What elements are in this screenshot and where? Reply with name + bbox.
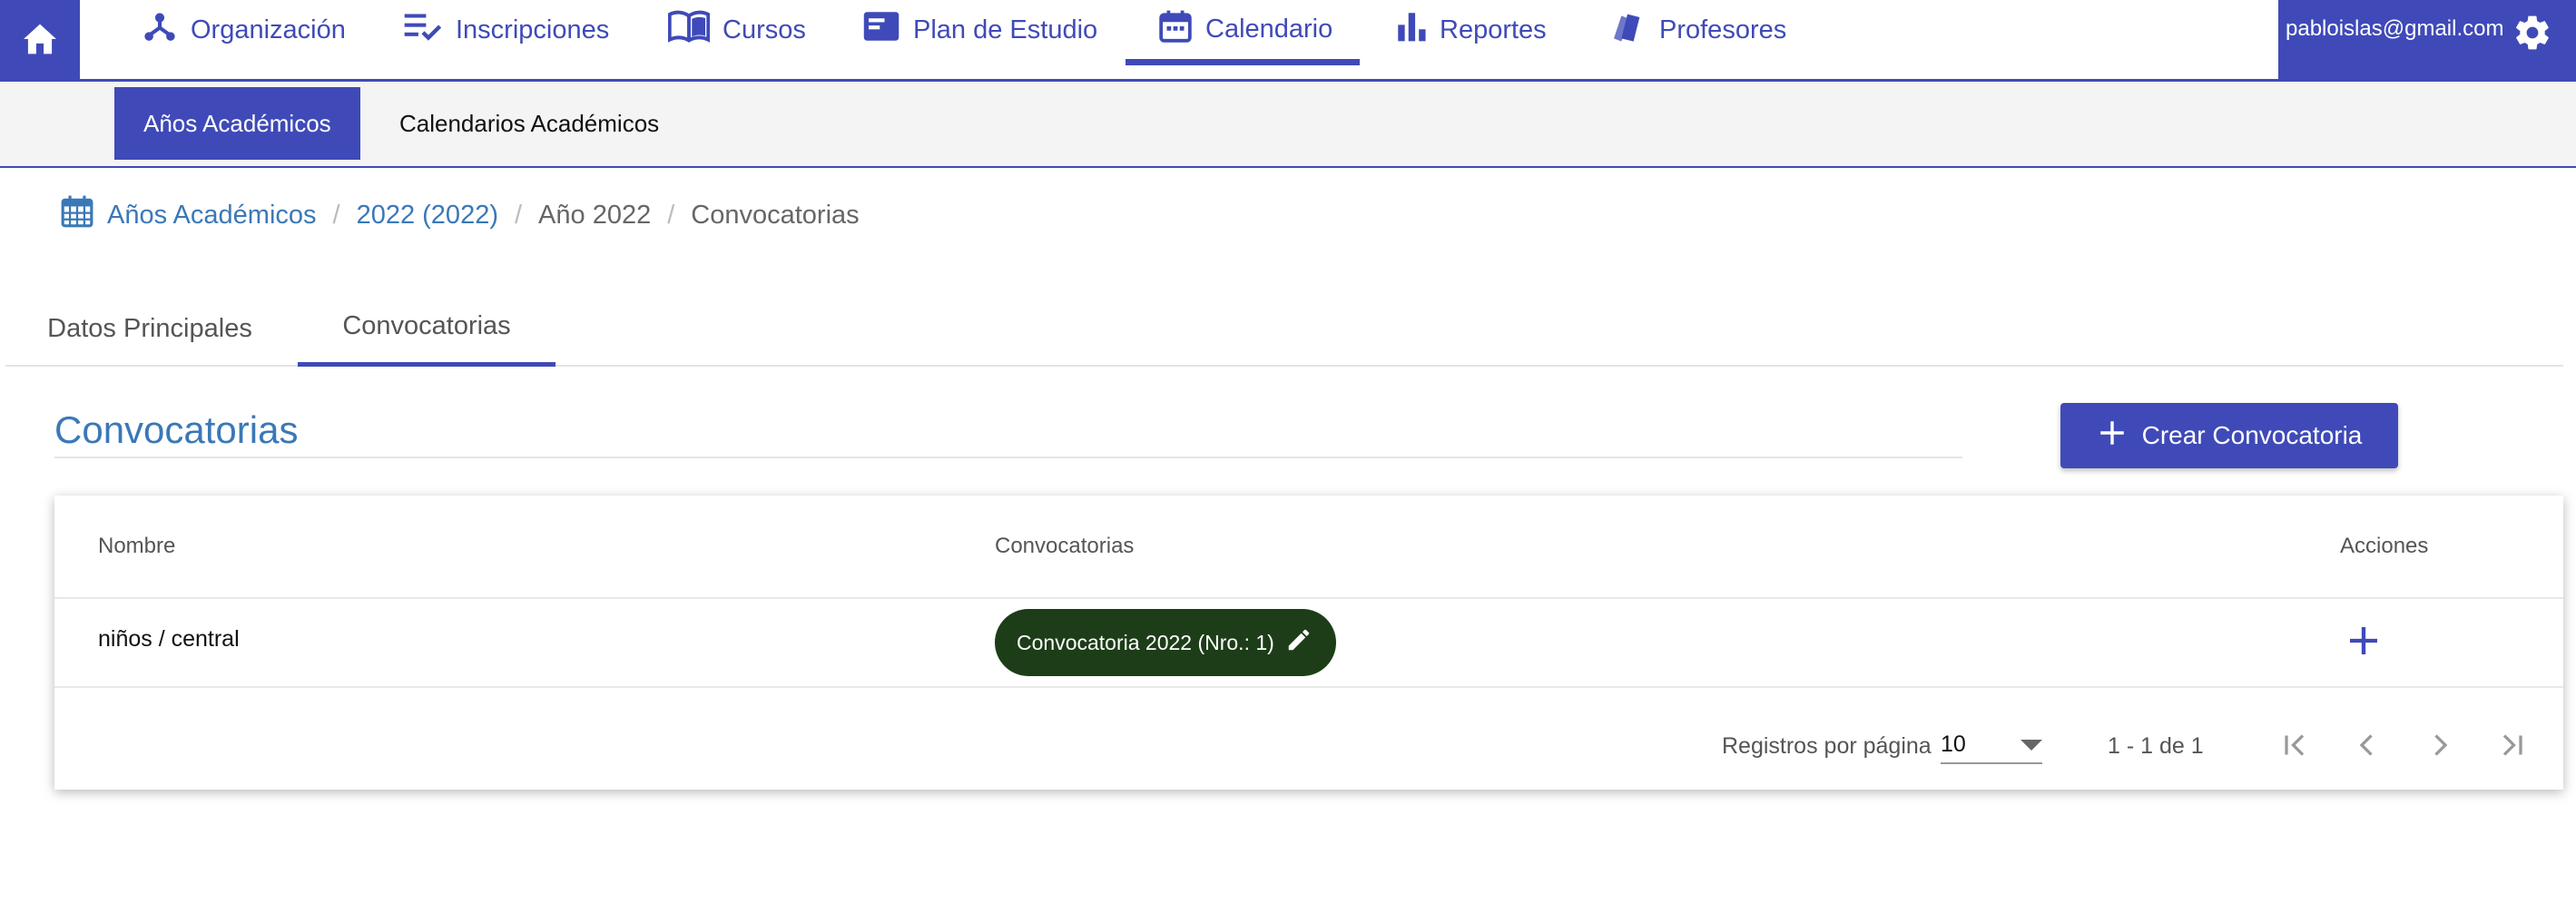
chevron-right-icon	[2424, 729, 2456, 768]
content-tabs: Datos Principales Convocatorias	[5, 290, 2563, 367]
nav-item-profesores[interactable]: Profesores	[1608, 0, 1786, 60]
previous-page-button[interactable]	[2347, 728, 2387, 768]
create-convocatoria-button[interactable]: Crear Convocatoria	[2060, 403, 2398, 468]
first-page-button[interactable]	[2275, 728, 2315, 768]
add-convocatoria-action[interactable]	[2340, 619, 2387, 666]
cards-icon	[1608, 8, 1647, 52]
plus-icon	[2097, 417, 2128, 455]
tab-datos-principales[interactable]: Datos Principales	[5, 290, 294, 367]
column-header-nombre: Nombre	[98, 534, 176, 558]
user-menu[interactable]: pabloislas@gmail.com	[2278, 0, 2576, 82]
plus-icon	[2345, 623, 2382, 663]
breadcrumb-item-ano-2022: Año 2022	[538, 200, 652, 230]
top-navigation: Organización Inscripciones Cursos Plan d…	[0, 0, 2576, 82]
cell-nombre: niños / central	[98, 626, 240, 652]
nav-item-organizacion[interactable]: Organización	[142, 0, 346, 60]
nav-label: Reportes	[1440, 15, 1547, 44]
home-icon	[22, 23, 58, 60]
row-divider	[54, 686, 2563, 688]
nav-item-inscripciones[interactable]: Inscripciones	[403, 0, 609, 60]
last-page-icon	[2496, 729, 2529, 768]
breadcrumb-separator: /	[514, 200, 523, 230]
column-header-convocatorias: Convocatorias	[995, 534, 1135, 558]
breadcrumb: Años Académicos / 2022 (2022) / Año 2022…	[60, 192, 860, 238]
breadcrumb-separator: /	[332, 200, 340, 230]
chevron-left-icon	[2351, 729, 2384, 768]
nav-label: Profesores	[1659, 15, 1787, 44]
gear-icon[interactable]	[2512, 13, 2552, 59]
column-header-acciones: Acciones	[2340, 534, 2429, 558]
subtab-anos-academicos[interactable]: Años Académicos	[114, 87, 360, 160]
tab-convocatorias[interactable]: Convocatorias	[298, 290, 556, 367]
page-size-value: 10	[1941, 731, 1966, 757]
nav-item-plan-de-estudio[interactable]: Plan de Estudio	[862, 0, 1097, 60]
page-range: 1 - 1 de 1	[2108, 733, 2204, 759]
checklist-icon	[403, 11, 443, 49]
nav-label: Organización	[191, 15, 346, 44]
last-page-button[interactable]	[2492, 728, 2532, 768]
breadcrumb-separator: /	[667, 200, 675, 230]
convocatoria-chip[interactable]: Convocatoria 2022 (Nro.: 1)	[995, 609, 1336, 676]
page-size-select[interactable]: 10	[1941, 726, 2042, 764]
sub-navigation: Años Académicos Calendarios Académicos	[0, 82, 2576, 168]
dropdown-arrow-icon	[2020, 731, 2042, 758]
subtab-calendarios-academicos[interactable]: Calendarios Académicos	[370, 87, 688, 160]
nav-label: Plan de Estudio	[913, 15, 1098, 44]
nav-label: Cursos	[723, 15, 806, 44]
nav-label: Calendario	[1205, 15, 1333, 44]
page-size-label: Registros por página	[1722, 733, 1932, 759]
bar-chart-icon	[1396, 10, 1427, 50]
paginator: Registros por página 10 1 - 1 de 1	[54, 706, 2563, 790]
section-title: Convocatorias	[54, 408, 299, 451]
chip-label: Convocatoria 2022 (Nro.: 1)	[1017, 630, 1274, 654]
calendar-icon	[1158, 9, 1193, 51]
create-button-label: Crear Convocatoria	[2141, 421, 2363, 449]
nav-item-reportes[interactable]: Reportes	[1396, 0, 1547, 60]
breadcrumb-link-anos-academicos[interactable]: Años Académicos	[107, 201, 317, 231]
nav-item-cursos[interactable]: Cursos	[667, 0, 806, 60]
plan-icon	[862, 10, 900, 50]
convocatorias-table: Nombre Convocatorias Acciones niños / ce…	[54, 496, 2563, 790]
edit-icon[interactable]	[1285, 626, 1313, 659]
user-email: pabloislas@gmail.com	[2286, 16, 2504, 41]
nav-label: Inscripciones	[456, 15, 610, 44]
calendar-icon	[60, 193, 94, 237]
organization-icon	[142, 9, 178, 51]
section-divider	[54, 456, 1962, 458]
next-page-button[interactable]	[2420, 728, 2460, 768]
breadcrumb-item-convocatorias: Convocatorias	[691, 200, 860, 230]
header-divider	[54, 597, 2563, 599]
home-button[interactable]	[0, 0, 80, 82]
breadcrumb-link-2022[interactable]: 2022 (2022)	[357, 201, 498, 231]
nav-item-calendario[interactable]: Calendario	[1126, 0, 1360, 65]
book-icon	[667, 10, 711, 50]
first-page-icon	[2278, 729, 2311, 768]
